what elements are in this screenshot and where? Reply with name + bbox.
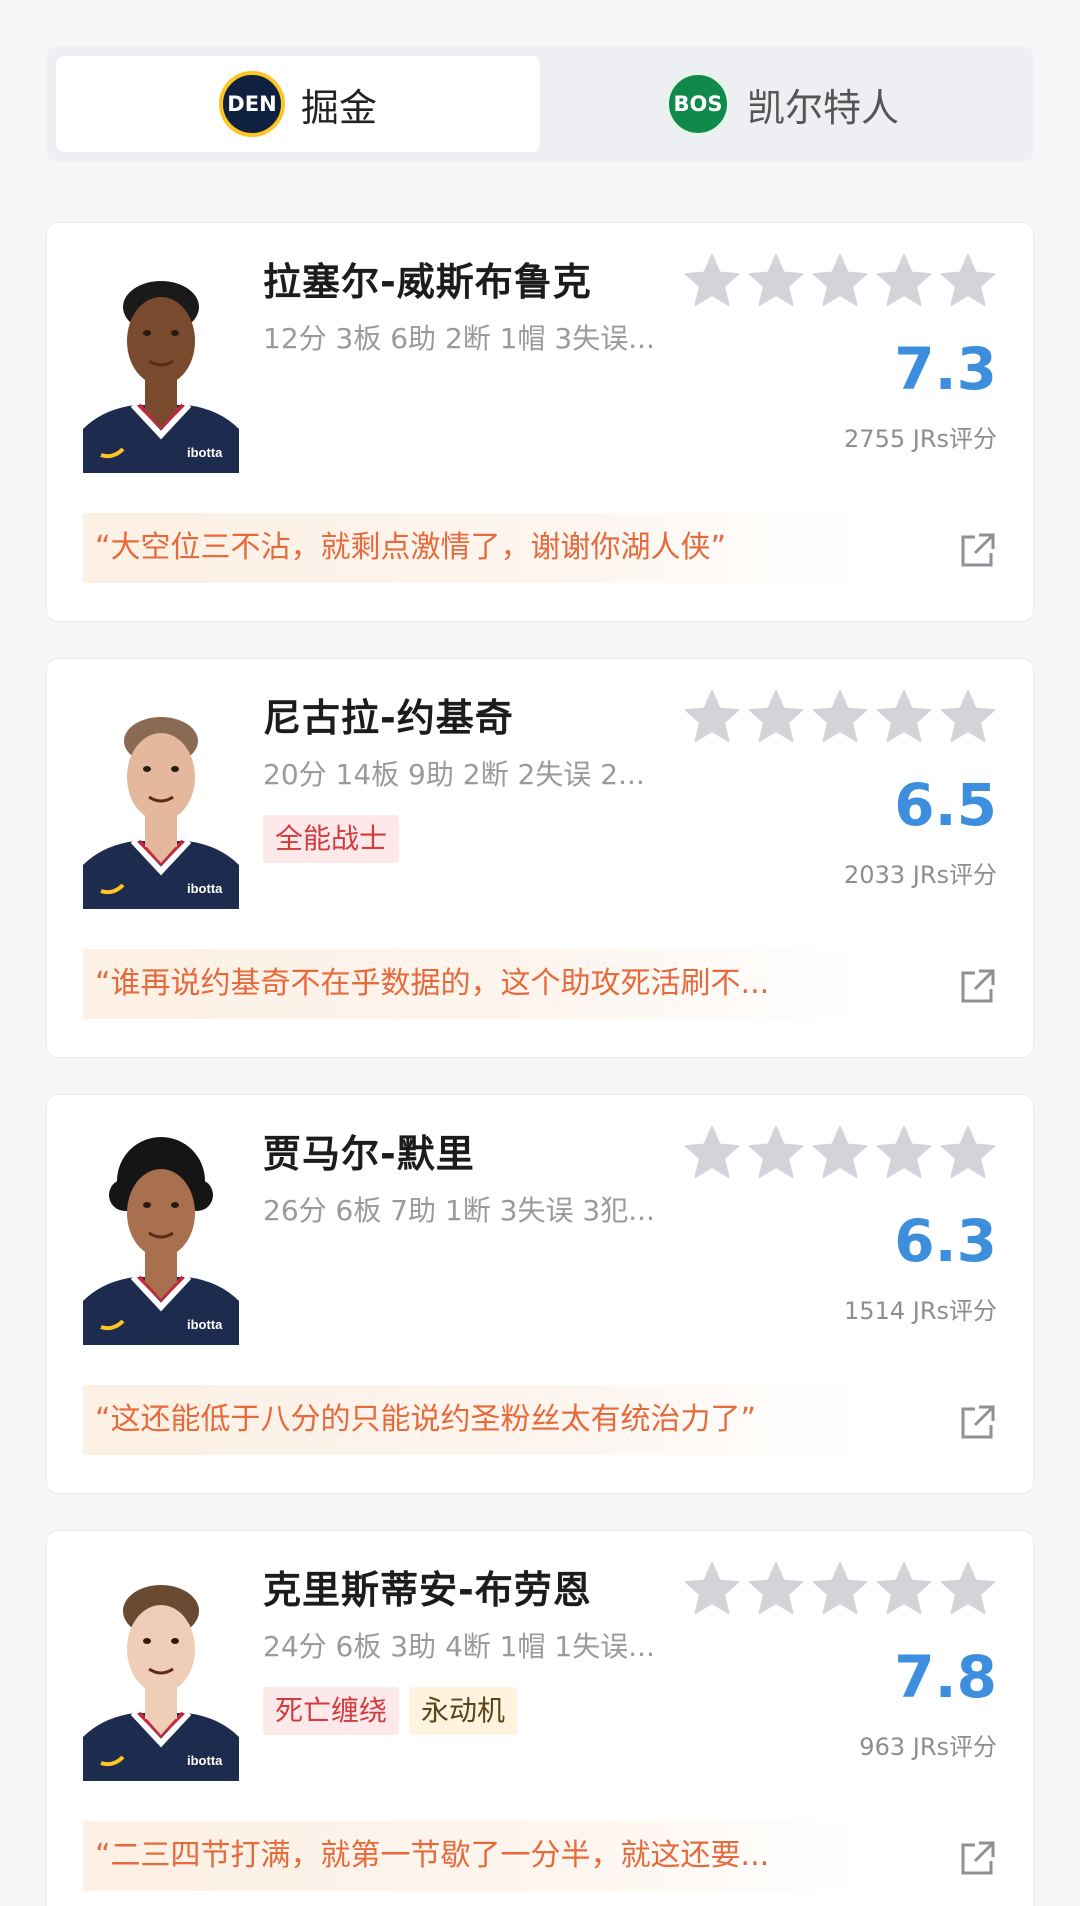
top-comment[interactable]: “大空位三不沾，就剩点激情了，谢谢你湖人侠” xyxy=(83,513,863,583)
star-icon[interactable] xyxy=(939,253,997,309)
svg-text:ibotta: ibotta xyxy=(187,881,223,896)
player-stats: 26分 6板 7助 1断 3失误 3犯... xyxy=(263,1194,655,1227)
star-icon[interactable] xyxy=(939,689,997,745)
player-score: 6.5 xyxy=(894,771,997,839)
svg-text:ibotta: ibotta xyxy=(187,445,223,460)
player-card[interactable]: ibotta 贾马尔-默里 26分 6板 7助 1断 3失误 3犯... 6.3 15… xyxy=(46,1094,1034,1494)
player-photo: ibotta xyxy=(83,1567,239,1781)
player-tags: 死亡缠绕 永动机 xyxy=(263,1687,518,1735)
top-comment[interactable]: “谁再说约基奇不在乎数据的，这个助攻死活刷不... xyxy=(83,949,863,1019)
share-icon[interactable] xyxy=(959,967,997,1005)
player-name: 尼古拉-约基奇 xyxy=(263,696,514,740)
star-icon[interactable] xyxy=(875,1125,933,1181)
page: DEN 掘金 BOS 凯尔特人 ibotta 拉塞尔-威斯布鲁克 12分 3板 6… xyxy=(0,0,1080,1906)
star-icon[interactable] xyxy=(811,1125,869,1181)
star-icon[interactable] xyxy=(875,689,933,745)
player-score: 7.3 xyxy=(894,335,997,403)
rating-stars[interactable] xyxy=(683,253,997,309)
player-photo: ibotta xyxy=(83,1131,239,1345)
tab-nuggets-label: 掘金 xyxy=(300,85,377,130)
tab-nuggets[interactable]: DEN 掘金 xyxy=(56,56,540,152)
star-icon[interactable] xyxy=(683,1125,741,1181)
player-stats: 12分 3板 6助 2断 1帽 3失误... xyxy=(263,322,655,355)
share-icon[interactable] xyxy=(959,1839,997,1877)
star-icon[interactable] xyxy=(683,1561,741,1617)
star-icon[interactable] xyxy=(683,253,741,309)
rating-stars[interactable] xyxy=(683,1125,997,1181)
player-card[interactable]: ibotta 克里斯蒂安-布劳恩 24分 6板 3助 4断 1帽 1失误... 死亡… xyxy=(46,1530,1034,1906)
tab-celtics[interactable]: BOS 凯尔特人 xyxy=(540,56,1024,152)
star-icon[interactable] xyxy=(747,689,805,745)
player-stats: 20分 14板 9助 2断 2失误 2... xyxy=(263,758,645,791)
rating-count: 2033 JRs评分 xyxy=(844,861,997,889)
player-name: 贾马尔-默里 xyxy=(263,1132,475,1176)
star-icon[interactable] xyxy=(939,1561,997,1617)
tab-celtics-label: 凯尔特人 xyxy=(746,85,899,130)
team-tabs: DEN 掘金 BOS 凯尔特人 xyxy=(46,46,1034,162)
player-tags: 全能战士 xyxy=(263,815,400,863)
rating-stars[interactable] xyxy=(683,1561,997,1617)
star-icon[interactable] xyxy=(747,1125,805,1181)
star-icon[interactable] xyxy=(811,1561,869,1617)
player-tag: 永动机 xyxy=(409,1687,518,1735)
player-score: 6.3 xyxy=(894,1207,997,1275)
player-card[interactable]: ibotta 拉塞尔-威斯布鲁克 12分 3板 6助 2断 1帽 3失误... 7.… xyxy=(46,222,1034,622)
star-icon[interactable] xyxy=(747,1561,805,1617)
top-comment[interactable]: “二三四节打满，就第一节歇了一分半，就这还要... xyxy=(83,1821,863,1891)
star-icon[interactable] xyxy=(747,253,805,309)
star-icon[interactable] xyxy=(939,1125,997,1181)
player-name: 拉塞尔-威斯布鲁克 xyxy=(263,260,592,304)
celtics-logo-icon: BOS xyxy=(664,71,731,137)
star-icon[interactable] xyxy=(811,689,869,745)
svg-text:ibotta: ibotta xyxy=(187,1317,223,1332)
rating-count: 1514 JRs评分 xyxy=(844,1297,997,1325)
player-tag: 全能战士 xyxy=(263,815,400,863)
player-score: 7.8 xyxy=(894,1643,997,1711)
star-icon[interactable] xyxy=(811,253,869,309)
player-card[interactable]: ibotta 尼古拉-约基奇 20分 14板 9助 2断 2失误 2... 全能战士… xyxy=(46,658,1034,1058)
star-icon[interactable] xyxy=(875,1561,933,1617)
rating-stars[interactable] xyxy=(683,689,997,745)
star-icon[interactable] xyxy=(683,689,741,745)
player-name: 克里斯蒂安-布劳恩 xyxy=(263,1568,592,1612)
share-icon[interactable] xyxy=(959,531,997,569)
top-comment[interactable]: “这还能低于八分的只能说约圣粉丝太有统治力了” xyxy=(83,1385,863,1455)
star-icon[interactable] xyxy=(875,253,933,309)
rating-count: 2755 JRs评分 xyxy=(844,425,997,453)
share-icon[interactable] xyxy=(959,1403,997,1441)
nuggets-logo-icon: DEN xyxy=(218,71,285,137)
svg-text:ibotta: ibotta xyxy=(187,1753,223,1768)
player-stats: 24分 6板 3助 4断 1帽 1失误... xyxy=(263,1630,655,1663)
rating-count: 963 JRs评分 xyxy=(859,1733,997,1761)
player-photo: ibotta xyxy=(83,695,239,909)
player-tag: 死亡缠绕 xyxy=(263,1687,400,1735)
player-photo: ibotta xyxy=(83,259,239,473)
